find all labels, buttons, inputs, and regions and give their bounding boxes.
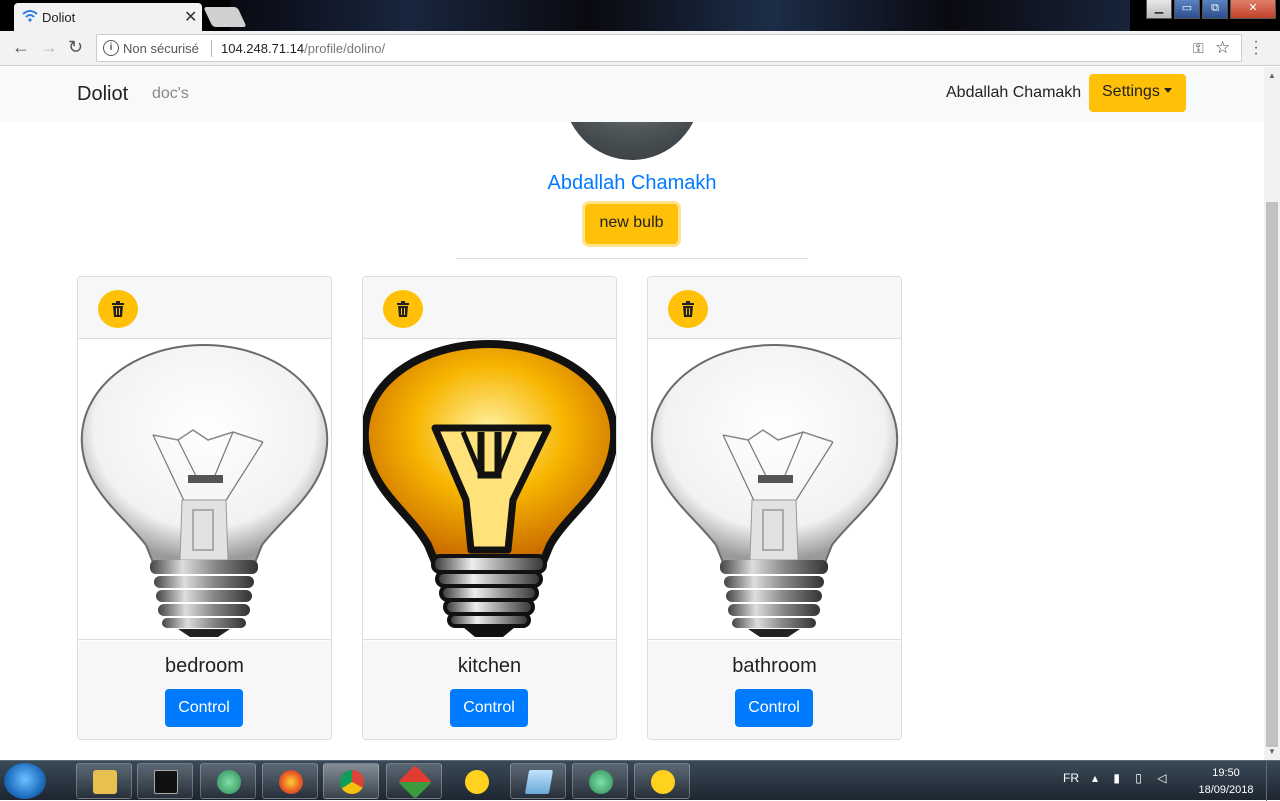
back-arrow-icon[interactable]: ←: [12, 37, 30, 58]
forward-arrow-icon[interactable]: →: [40, 37, 58, 58]
delete-bulb-button[interactable]: [668, 290, 708, 328]
taskbar-git[interactable]: [386, 763, 442, 799]
bulb-name: bedroom: [165, 655, 244, 677]
navbar-username: Abdallah Chamakh: [946, 84, 1082, 101]
bulb-card: bedroom Control: [77, 276, 332, 740]
card-footer: bathroom Control: [648, 641, 901, 739]
info-icon[interactable]: i: [103, 40, 119, 56]
address-separator: [211, 40, 212, 57]
chrome-icon: [340, 770, 364, 794]
divider: [456, 258, 808, 259]
atom-icon: [589, 770, 613, 794]
bulb-name: bathroom: [732, 655, 817, 677]
git-icon: [398, 765, 432, 799]
clock-time[interactable]: 19:50: [1196, 767, 1256, 779]
taskbar-explorer[interactable]: [76, 763, 132, 799]
cmd-icon: [154, 770, 178, 794]
bookmark-star-icon[interactable]: ☆: [1215, 38, 1230, 58]
atom-icon: [217, 770, 241, 794]
taskbar-cmd[interactable]: [137, 763, 193, 799]
url-path: /profile/dolino/: [304, 41, 386, 56]
window-close-button[interactable]: ✕: [1230, 0, 1276, 19]
tray-icons[interactable]: ▴ ▮ ▯ ◁: [1092, 771, 1172, 785]
scrollbar-thumb[interactable]: [1266, 202, 1278, 747]
control-button[interactable]: Control: [165, 689, 243, 727]
bulb-card: kitchen Control: [362, 276, 617, 740]
folder-icon: [93, 770, 117, 794]
reload-icon[interactable]: ↻: [68, 37, 83, 58]
bulb-image-off: [648, 340, 901, 640]
new-bulb-button[interactable]: new bulb: [585, 204, 678, 244]
window-titlebar: Doliot ✕ ▁ ▭ ⧉ ✕: [0, 0, 1280, 31]
wifi-icon: [22, 10, 38, 22]
card-footer: bedroom Control: [78, 641, 331, 739]
settings-dropdown-button[interactable]: Settings: [1089, 74, 1186, 112]
control-button[interactable]: Control: [735, 689, 813, 727]
url-text[interactable]: 104.248.71.14/profile/dolino/: [221, 41, 385, 56]
cyberduck-icon: [651, 770, 675, 794]
window-maximize-button[interactable]: ⧉: [1202, 0, 1228, 19]
trash-icon: [682, 301, 694, 317]
taskbar-cyberduck[interactable]: [448, 763, 504, 799]
tab-close-icon[interactable]: ✕: [184, 7, 197, 27]
titlebar-background: [230, 0, 1130, 31]
card-header: [363, 277, 616, 339]
scroll-down-icon[interactable]: ▼: [1268, 747, 1276, 756]
address-bar[interactable]: i Non sécurisé 104.248.71.14/profile/dol…: [96, 34, 1242, 62]
security-label: Non sécurisé: [123, 41, 199, 56]
key-icon[interactable]: ⚿: [1193, 40, 1204, 57]
notepad-icon: [524, 770, 554, 794]
lightbulb-on-icon: [363, 339, 616, 637]
card-header: [78, 277, 331, 339]
profile-name-link[interactable]: Abdallah Chamakh: [0, 172, 1264, 195]
taskbar-atom[interactable]: [200, 763, 256, 799]
browser-tab[interactable]: Doliot ✕: [14, 3, 202, 31]
navbar-brand[interactable]: Doliot: [77, 83, 128, 106]
control-button[interactable]: Control: [450, 689, 528, 727]
caret-down-icon: [1163, 88, 1172, 93]
start-button[interactable]: [4, 763, 46, 799]
show-desktop-button[interactable]: [1266, 761, 1280, 801]
tab-title: Doliot: [42, 10, 76, 25]
taskbar-cyberduck[interactable]: [634, 763, 690, 799]
bulb-card: bathroom Control: [647, 276, 902, 740]
bulb-image-on: [363, 339, 616, 640]
card-header: [648, 277, 901, 339]
delete-bulb-button[interactable]: [383, 290, 423, 328]
browser-menu-icon[interactable]: · · ·: [1252, 34, 1260, 62]
page-scrollbar[interactable]: ▲ ▼: [1264, 67, 1280, 760]
taskbar-chrome[interactable]: [323, 763, 379, 799]
bulb-name: kitchen: [457, 655, 522, 677]
taskbar-notepad[interactable]: [510, 763, 566, 799]
docs-link[interactable]: doc's: [152, 85, 189, 103]
bulb-image-off: [78, 340, 331, 640]
scroll-up-icon[interactable]: ▲: [1268, 71, 1276, 80]
taskbar-firefox[interactable]: [262, 763, 318, 799]
card-footer: kitchen Control: [363, 641, 616, 739]
browser-toolbar: ← → ↻ i Non sécurisé 104.248.71.14/profi…: [0, 31, 1280, 66]
delete-bulb-button[interactable]: [98, 290, 138, 328]
lightbulb-off-icon: [650, 343, 899, 637]
clock-date[interactable]: 18/09/2018: [1190, 784, 1262, 796]
firefox-icon: [279, 770, 303, 794]
window-minimize-button[interactable]: ▁: [1146, 0, 1172, 19]
language-indicator[interactable]: FR: [1063, 771, 1079, 785]
site-navbar: Doliot doc's Abdallah Chamakh Settings: [0, 67, 1264, 122]
window-restore-button[interactable]: ▭: [1174, 0, 1200, 19]
page-viewport: Doliot doc's Abdallah Chamakh Settings A…: [0, 67, 1264, 760]
settings-label: Settings: [1102, 83, 1160, 100]
trash-icon: [397, 301, 409, 317]
url-host: 104.248.71.14: [221, 41, 305, 56]
lightbulb-off-icon: [80, 343, 329, 637]
windows-taskbar: FR ▴ ▮ ▯ ◁ 19:50 18/09/2018: [0, 760, 1280, 801]
taskbar-atom[interactable]: [572, 763, 628, 799]
cyberduck-icon: [465, 770, 489, 794]
trash-icon: [112, 301, 124, 317]
